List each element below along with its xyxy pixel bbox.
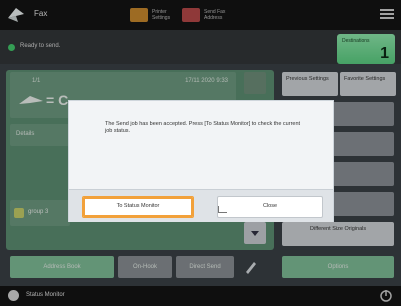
close-label: Close <box>262 203 278 209</box>
dialog-footer: To Status Monitor Close <box>69 189 333 222</box>
to-status-monitor-button[interactable]: To Status Monitor <box>82 196 194 218</box>
enter-icon <box>218 206 227 213</box>
close-button[interactable]: Close <box>217 196 323 218</box>
dialog-message: The Send job has been accepted. Press [T… <box>105 121 301 134</box>
fax-screen: Fax Printer Settings Send Fax Address Re… <box>0 0 401 306</box>
job-accepted-dialog: The Send job has been accepted. Press [T… <box>68 100 334 222</box>
to-status-monitor-label: To Status Monitor <box>116 203 160 209</box>
